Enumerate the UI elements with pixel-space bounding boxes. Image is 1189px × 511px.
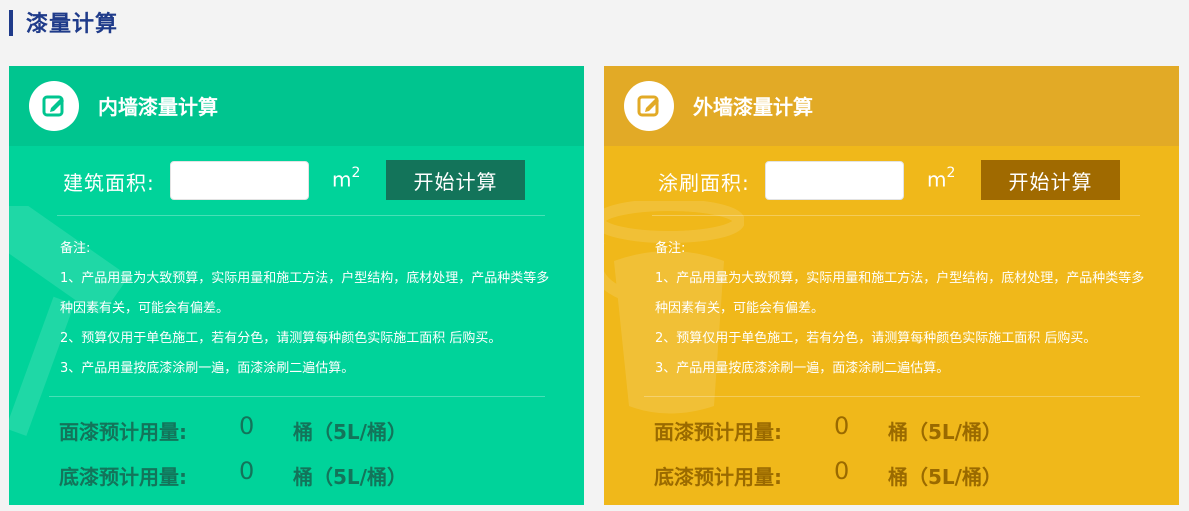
unit-text: m [927, 167, 947, 192]
primer-result: 底漆预计用量: 0 桶（5L/桶） [59, 457, 559, 489]
area-label: 涂刷面积: [658, 171, 750, 195]
start-calculate-button[interactable]: 开始计算 [981, 160, 1120, 200]
card-header: 外墙漆量计算 [604, 66, 1179, 146]
note-item: 1、产品用量为大致预算，实际用量和施工方法，户型结构，底材处理，产品种类等多种因… [60, 271, 550, 316]
edit-icon [29, 81, 79, 131]
result-value: 0 [834, 457, 850, 485]
page-header: 漆量计算 [0, 0, 1189, 46]
note-item: 3、产品用量按底漆涂刷一遍，面漆涂刷二遍估算。 [655, 361, 950, 376]
note-heading: 备注: [60, 241, 91, 256]
unit-superscript: 2 [946, 165, 956, 181]
divider [49, 396, 545, 397]
result-unit: 桶（5L/桶） [293, 420, 407, 444]
unit-superscript: 2 [351, 165, 361, 181]
area-input[interactable] [170, 161, 309, 200]
topcoat-result: 面漆预计用量: 0 桶（5L/桶） [654, 412, 1154, 444]
unit-text: m [332, 167, 352, 192]
exterior-wall-card: 外墙漆量计算 涂刷面积: m2 开始计算 备注: 1、产品用量为大致预算，实际用… [604, 66, 1179, 505]
result-unit: 桶（5L/桶） [888, 465, 1002, 489]
area-label: 建筑面积: [63, 171, 155, 195]
note-item: 2、预算仅用于单色施工，若有分色，请测算每种颜色实际施工面积 后购买。 [655, 331, 1097, 346]
result-label: 面漆预计用量: [654, 420, 782, 444]
topcoat-result: 面漆预计用量: 0 桶（5L/桶） [59, 412, 559, 444]
notes: 备注: 1、产品用量为大致预算，实际用量和施工方法，户型结构，底材处理，产品种类… [655, 234, 1145, 384]
notes: 备注: 1、产品用量为大致预算，实际用量和施工方法，户型结构，底材处理，产品种类… [60, 234, 550, 384]
note-item: 3、产品用量按底漆涂刷一遍，面漆涂刷二遍估算。 [60, 361, 355, 376]
note-heading: 备注: [655, 241, 686, 256]
area-unit: m2 [332, 165, 361, 192]
card-title: 外墙漆量计算 [693, 95, 813, 119]
result-value: 0 [834, 412, 850, 440]
result-value: 0 [239, 457, 255, 485]
note-item: 1、产品用量为大致预算，实际用量和施工方法，户型结构，底材处理，产品种类等多种因… [655, 271, 1145, 316]
title-accent-bar [9, 10, 13, 36]
area-input[interactable] [765, 161, 904, 200]
divider [57, 215, 545, 216]
result-unit: 桶（5L/桶） [888, 420, 1002, 444]
result-label: 底漆预计用量: [654, 465, 782, 489]
divider [644, 396, 1140, 397]
start-calculate-button[interactable]: 开始计算 [386, 160, 525, 200]
primer-result: 底漆预计用量: 0 桶（5L/桶） [654, 457, 1154, 489]
note-item: 2、预算仅用于单色施工，若有分色，请测算每种颜色实际施工面积 后购买。 [60, 331, 502, 346]
card-title: 内墙漆量计算 [98, 95, 218, 119]
result-value: 0 [239, 412, 255, 440]
area-unit: m2 [927, 165, 956, 192]
edit-icon [624, 81, 674, 131]
result-label: 面漆预计用量: [59, 420, 187, 444]
result-unit: 桶（5L/桶） [293, 465, 407, 489]
divider [652, 215, 1140, 216]
card-header: 内墙漆量计算 [9, 66, 584, 146]
result-label: 底漆预计用量: [59, 465, 187, 489]
interior-wall-card: 内墙漆量计算 建筑面积: m2 开始计算 备注: 1、产品用量为大致预算，实际用… [9, 66, 584, 505]
page-title: 漆量计算 [26, 12, 119, 37]
